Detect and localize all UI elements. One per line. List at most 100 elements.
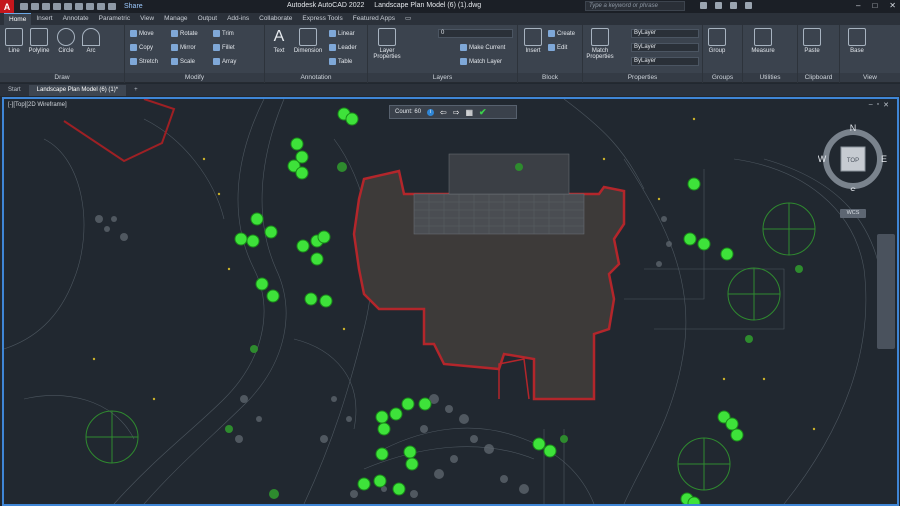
draw-panel-label[interactable]: Draw — [0, 73, 124, 82]
view-panel-label[interactable]: View — [840, 73, 900, 82]
info-icon[interactable]: i — [427, 108, 435, 116]
tab-manage[interactable]: Manage — [159, 13, 193, 25]
tab-annotate[interactable]: Annotate — [58, 13, 94, 25]
next-arrow-icon[interactable]: ⇨ — [453, 108, 460, 117]
compass-south[interactable]: S — [850, 186, 856, 191]
rotate-button[interactable]: Rotate — [171, 30, 198, 37]
file-tab-landscape-plan[interactable]: Landscape Plan Model (6) (1)* — [28, 85, 127, 96]
lineweight-dropdown[interactable]: ByLayer — [631, 57, 699, 66]
compass-west[interactable]: W — [818, 154, 827, 164]
groups-panel-label[interactable]: Groups — [703, 73, 742, 82]
viewport-controls-label[interactable]: [-][Top][2D Wireframe] — [8, 102, 67, 108]
new-tab-icon[interactable]: + — [126, 85, 146, 96]
drawing-viewport[interactable]: [-][Top][2D Wireframe] – ▫ ✕ Count: 60 i… — [2, 97, 899, 506]
viewport-restore-icon[interactable]: ▫ — [877, 101, 879, 109]
paste-button[interactable]: Paste — [800, 28, 824, 54]
file-tab-start[interactable]: Start — [0, 85, 29, 96]
scale-button[interactable]: Scale — [171, 58, 195, 65]
close-count-check-icon[interactable]: ✔ — [479, 107, 487, 118]
drawing-canvas[interactable] — [4, 99, 897, 504]
save-as-icon[interactable] — [53, 3, 61, 10]
plot-icon[interactable] — [86, 3, 94, 10]
block-panel-label[interactable]: Block — [518, 73, 582, 82]
maximize-icon[interactable]: □ — [872, 1, 877, 10]
insert-button[interactable]: Insert — [522, 28, 544, 54]
navigation-bar[interactable] — [877, 234, 895, 349]
compass-east[interactable]: E — [881, 154, 887, 164]
match-properties-button[interactable]: Match Properties — [584, 28, 616, 60]
modify-panel: Move Rotate Trim Copy Mirror Fillet Stre… — [125, 25, 265, 83]
layer-properties-button[interactable]: Layer Properties — [370, 28, 404, 60]
compass-north[interactable]: N — [850, 123, 857, 133]
table-icon — [329, 58, 336, 65]
match-layer-button[interactable]: Match Layer — [460, 58, 502, 65]
dimension-button[interactable]: Dimension — [291, 28, 325, 54]
undo-icon[interactable] — [97, 3, 105, 10]
make-current-button[interactable]: Make Current — [460, 44, 505, 51]
clipboard-panel-label[interactable]: Clipboard — [798, 73, 839, 82]
table-button[interactable]: Table — [329, 58, 352, 65]
previous-arrow-icon[interactable]: ⇦ — [440, 108, 447, 117]
base-button[interactable]: Base — [846, 28, 868, 54]
viewcube[interactable]: TOP N S E W — [818, 121, 888, 191]
linear-dropdown[interactable]: Linear — [329, 30, 355, 37]
wcs-menu[interactable]: WCS — [840, 209, 866, 218]
annotation-panel-label[interactable]: Annotation — [265, 73, 367, 82]
linear-icon — [329, 30, 336, 37]
autocad-logo-icon[interactable]: A — [0, 0, 14, 13]
text-button[interactable]: A Text — [268, 28, 290, 54]
tab-parametric[interactable]: Parametric — [94, 13, 135, 25]
array-button[interactable]: Array — [213, 58, 236, 65]
search-input[interactable]: Type a keyword or phrase — [585, 1, 685, 11]
tab-collaborate[interactable]: Collaborate — [254, 13, 297, 25]
minimize-icon[interactable]: – — [856, 1, 860, 10]
create-button[interactable]: Create — [548, 30, 575, 37]
polyline-button[interactable]: Polyline — [26, 28, 52, 54]
arc-button[interactable]: Arc — [82, 28, 100, 54]
save-icon[interactable] — [42, 3, 50, 10]
tab-view[interactable]: View — [135, 13, 159, 25]
ribbon-toggle-icon[interactable]: ▭ — [400, 13, 416, 25]
viewport-close-icon[interactable]: ✕ — [883, 101, 889, 109]
new-icon[interactable] — [20, 3, 28, 10]
mirror-button[interactable]: Mirror — [171, 44, 196, 51]
draw-panel: Line Polyline Circle Arc Draw — [0, 25, 125, 83]
color-dropdown[interactable]: ByLayer — [631, 29, 699, 38]
insert-field-icon[interactable]: ▦ — [465, 108, 473, 117]
layer-dropdown[interactable]: 0 — [438, 29, 513, 38]
circle-button[interactable]: Circle — [55, 28, 77, 54]
tab-home[interactable]: Home — [4, 13, 32, 25]
help-icon[interactable] — [745, 2, 752, 9]
tab-output[interactable]: Output — [193, 13, 223, 25]
web-save-icon[interactable] — [75, 3, 83, 10]
fillet-button[interactable]: Fillet — [213, 44, 235, 51]
app-title: Autodesk AutoCAD 2022 — [287, 2, 365, 9]
measure-button[interactable]: Measure — [746, 28, 780, 54]
exchange-icon[interactable] — [730, 2, 737, 9]
share-button[interactable]: Share — [124, 3, 143, 10]
tab-insert[interactable]: Insert — [31, 13, 57, 25]
web-open-icon[interactable] — [64, 3, 72, 10]
group-button[interactable]: Group — [705, 28, 729, 54]
tab-add-ins[interactable]: Add-ins — [222, 13, 254, 25]
utilities-panel-label[interactable]: Utilities — [743, 73, 797, 82]
move-button[interactable]: Move — [130, 30, 154, 37]
viewport-minimize-icon[interactable]: – — [869, 101, 873, 109]
modify-panel-label[interactable]: Modify — [125, 73, 264, 82]
linetype-dropdown[interactable]: ByLayer — [631, 43, 699, 52]
layers-panel-label[interactable]: Layers — [368, 73, 517, 82]
properties-panel-label[interactable]: Properties — [583, 73, 702, 82]
line-button[interactable]: Line — [4, 28, 24, 54]
tab-featured-apps[interactable]: Featured Apps — [348, 13, 400, 25]
stretch-button[interactable]: Stretch — [130, 58, 158, 65]
copy-button[interactable]: Copy — [130, 44, 153, 51]
edit-button[interactable]: Edit — [548, 44, 567, 51]
redo-icon[interactable] — [108, 3, 116, 10]
open-icon[interactable] — [31, 3, 39, 10]
trim-button[interactable]: Trim — [213, 30, 234, 37]
cart-icon[interactable] — [715, 2, 722, 9]
tab-express-tools[interactable]: Express Tools — [297, 13, 347, 25]
user-icon[interactable] — [700, 2, 707, 9]
close-icon[interactable]: ✕ — [889, 1, 896, 10]
leader-dropdown[interactable]: Leader — [329, 44, 357, 51]
